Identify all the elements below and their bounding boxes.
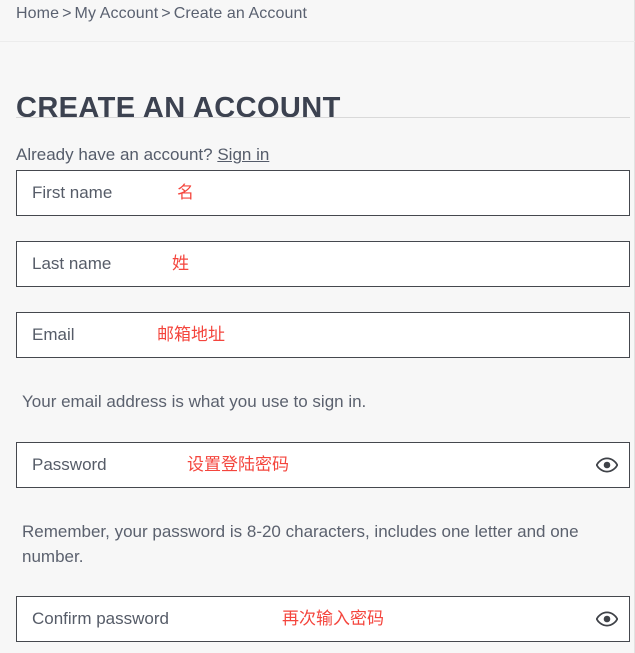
title-divider [16,117,630,118]
first-name-annotation: 名 [177,183,194,203]
last-name-field[interactable]: Last name 姓 [16,241,630,287]
breadcrumb-item-my-account[interactable]: My Account [75,5,159,22]
eye-icon[interactable] [595,609,619,629]
confirm-password-label: Confirm password [32,609,169,628]
breadcrumb-separator: > [62,5,72,22]
confirm-password-field[interactable]: Confirm password 再次输入密码 [16,596,630,642]
email-helper-text: Your email address is what you use to si… [22,392,367,411]
first-name-field[interactable]: First name 名 [16,170,630,216]
breadcrumb: Home > My Account > Create an Account [16,3,307,25]
last-name-label: Last name [32,254,112,273]
signin-prompt-text: Already have an account? [16,145,213,164]
first-name-label: First name [32,183,113,202]
breadcrumb-item-home[interactable]: Home [16,5,59,22]
password-annotation: 设置登陆密码 [187,455,289,475]
email-field[interactable]: Email 邮箱地址 [16,312,630,358]
last-name-annotation: 姓 [172,254,189,274]
password-field[interactable]: Password 设置登陆密码 [16,442,630,488]
breadcrumb-item-create-an-account: Create an Account [173,5,308,22]
breadcrumb-separator: > [161,5,171,22]
password-helper-text: Remember, your password is 8-20 characte… [22,522,579,566]
signin-prompt: Already have an account? Sign in [16,143,269,167]
email-annotation: 邮箱地址 [157,325,225,345]
page-title: CREATE AN ACCOUNT [16,92,341,125]
eye-icon[interactable] [595,455,619,475]
password-label: Password [32,455,107,474]
create-account-page: Home > My Account > Create an Account CREATE… [0,0,635,653]
confirm-password-annotation: 再次输入密码 [282,609,384,629]
email-label: Email [32,325,75,344]
header-divider [0,41,635,42]
sign-in-link[interactable]: Sign in [217,145,269,164]
